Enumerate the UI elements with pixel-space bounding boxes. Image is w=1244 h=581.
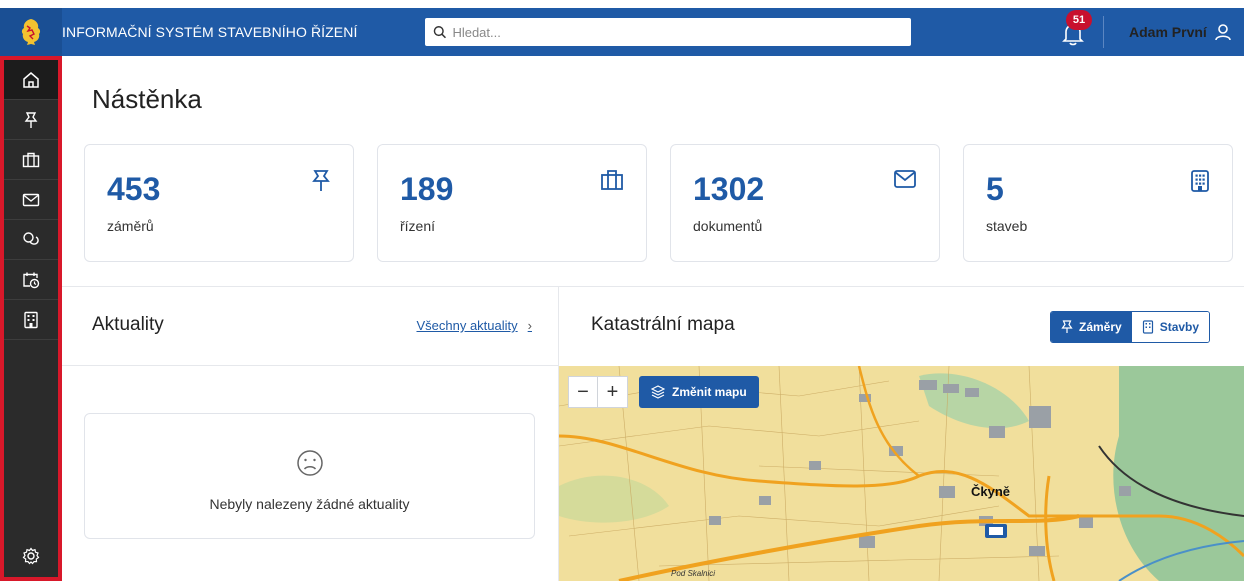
change-map-button[interactable]: Změnit mapu bbox=[639, 376, 759, 408]
top-strip bbox=[0, 0, 1244, 8]
header-divider bbox=[1103, 16, 1104, 48]
news-title: Aktuality bbox=[92, 314, 164, 335]
stat-card-rizeni[interactable]: 189 řízení bbox=[377, 144, 647, 262]
stat-value: 189 bbox=[400, 171, 454, 207]
coins-icon bbox=[23, 231, 39, 245]
pin-icon bbox=[24, 111, 38, 128]
building-icon bbox=[1142, 320, 1153, 334]
stat-value: 1302 bbox=[693, 171, 765, 207]
map-controls: − + Změnit mapu bbox=[568, 376, 759, 408]
stat-label: řízení bbox=[400, 218, 436, 234]
notification-badge: 51 bbox=[1066, 10, 1092, 30]
sidebar bbox=[0, 56, 62, 581]
map-layer-toggle: Záměry Stavby bbox=[1050, 311, 1211, 343]
stat-value: 5 bbox=[986, 171, 1004, 207]
calendar-icon bbox=[23, 272, 40, 288]
briefcase-icon bbox=[601, 170, 623, 190]
user-icon bbox=[1215, 24, 1231, 41]
sidebar-item-platby[interactable] bbox=[4, 220, 58, 260]
user-name: Adam První bbox=[1129, 24, 1207, 40]
briefcase-icon bbox=[22, 152, 40, 167]
toggle-zamery-label: Záměry bbox=[1079, 320, 1122, 334]
layers-icon bbox=[651, 385, 665, 399]
zoom-out-button[interactable]: − bbox=[568, 376, 598, 408]
home-icon bbox=[23, 71, 39, 88]
map-place-label: Čkyně bbox=[971, 484, 1010, 499]
sidebar-item-terminy[interactable] bbox=[4, 260, 58, 300]
all-news-link[interactable]: Všechny aktuality › bbox=[416, 318, 532, 333]
stat-label: záměrů bbox=[107, 218, 154, 234]
app-title: INFORMAČNÍ SYSTÉM STAVEBNÍHO ŘÍZENÍ bbox=[62, 24, 358, 40]
map-header: Katastrální mapa Záměry Stavby bbox=[559, 286, 1244, 366]
news-header: Aktuality Všechny aktuality › bbox=[62, 286, 558, 366]
stat-card-zamery[interactable]: 453 záměrů bbox=[84, 144, 354, 262]
stat-label: staveb bbox=[986, 218, 1028, 234]
building-icon bbox=[24, 311, 38, 328]
toggle-stavby-label: Stavby bbox=[1159, 320, 1200, 334]
sad-face-icon bbox=[297, 450, 323, 476]
change-map-label: Změnit mapu bbox=[672, 385, 747, 399]
sidebar-item-stavby[interactable] bbox=[4, 300, 58, 340]
sidebar-item-home[interactable] bbox=[4, 60, 58, 100]
app-logo[interactable] bbox=[0, 8, 62, 56]
mail-icon bbox=[22, 193, 40, 206]
map-street-label: Pod Skalnici bbox=[671, 569, 715, 578]
zoom-in-button[interactable]: + bbox=[598, 376, 628, 408]
stat-label: dokumentů bbox=[693, 218, 763, 234]
toggle-stavby-button[interactable]: Stavby bbox=[1131, 312, 1210, 342]
stat-card-stavby[interactable]: 5 staveb bbox=[963, 144, 1233, 262]
sidebar-item-rizeni[interactable] bbox=[4, 140, 58, 180]
lion-logo-icon bbox=[21, 19, 41, 45]
sidebar-item-dokumenty[interactable] bbox=[4, 180, 58, 220]
sidebar-item-settings[interactable] bbox=[4, 541, 58, 571]
pin-icon bbox=[312, 170, 330, 191]
chevron-right-icon: › bbox=[527, 318, 532, 333]
toggle-zamery-button[interactable]: Záměry bbox=[1051, 312, 1132, 342]
stat-value: 453 bbox=[107, 171, 161, 207]
settings-icon bbox=[22, 547, 40, 565]
search-box[interactable] bbox=[425, 18, 911, 46]
building-icon bbox=[1191, 170, 1209, 192]
news-empty-state: Nebyly nalezeny žádné aktuality bbox=[84, 413, 535, 539]
news-empty-message: Nebyly nalezeny žádné aktuality bbox=[209, 496, 410, 512]
map-title: Katastrální mapa bbox=[591, 314, 735, 335]
all-news-link-label: Všechny aktuality bbox=[416, 318, 518, 333]
search-icon bbox=[433, 26, 447, 39]
sidebar-item-zamery[interactable] bbox=[4, 100, 58, 140]
stat-card-dokumenty[interactable]: 1302 dokumentů bbox=[670, 144, 940, 262]
mail-icon bbox=[894, 170, 916, 188]
user-menu[interactable]: Adam První bbox=[1129, 8, 1231, 56]
search-input[interactable] bbox=[452, 24, 911, 40]
pin-icon bbox=[1061, 320, 1073, 333]
page-title: Nástěnka bbox=[92, 84, 202, 114]
